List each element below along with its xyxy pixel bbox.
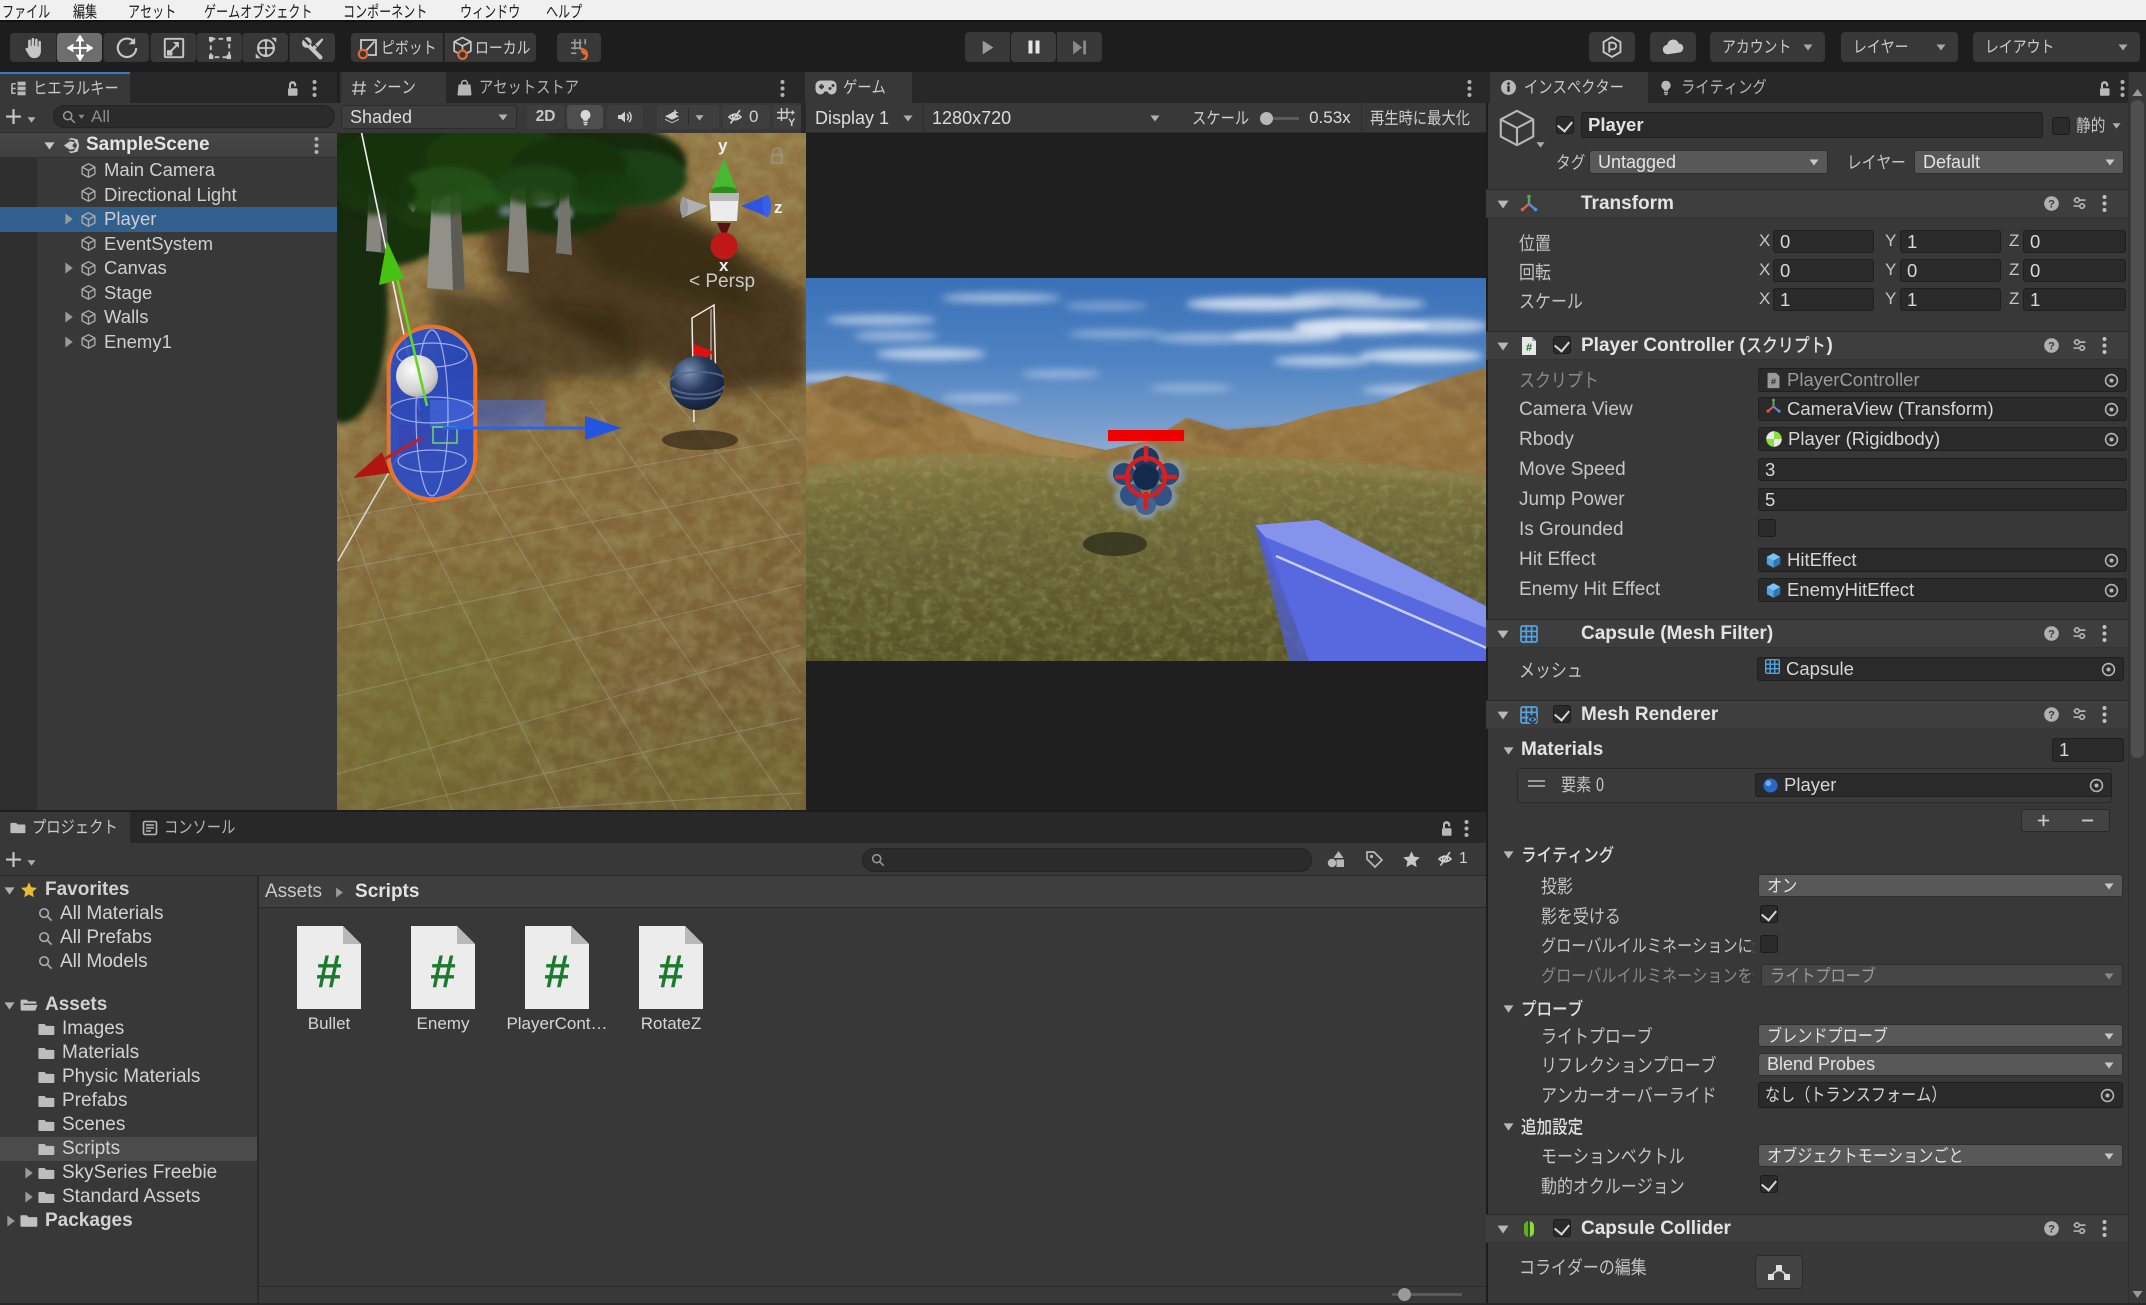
svg-text:y: y [718, 136, 728, 155]
svg-text:< Persp: < Persp [689, 271, 755, 292]
svg-text:#: # [544, 945, 570, 997]
svg-text:?: ? [2048, 340, 2055, 352]
svg-text:#: # [430, 945, 456, 997]
svg-text:?: ? [2048, 628, 2055, 640]
svg-text:?: ? [2048, 198, 2055, 210]
svg-text:#: # [1526, 342, 1532, 354]
svg-text:z: z [774, 198, 783, 217]
svg-text:Y: Y [788, 117, 796, 128]
svg-text:?: ? [2048, 1223, 2055, 1235]
svg-text:?: ? [2048, 709, 2055, 721]
svg-text:#: # [1771, 376, 1777, 386]
svg-text:#: # [316, 945, 342, 997]
svg-text:#: # [658, 945, 684, 997]
